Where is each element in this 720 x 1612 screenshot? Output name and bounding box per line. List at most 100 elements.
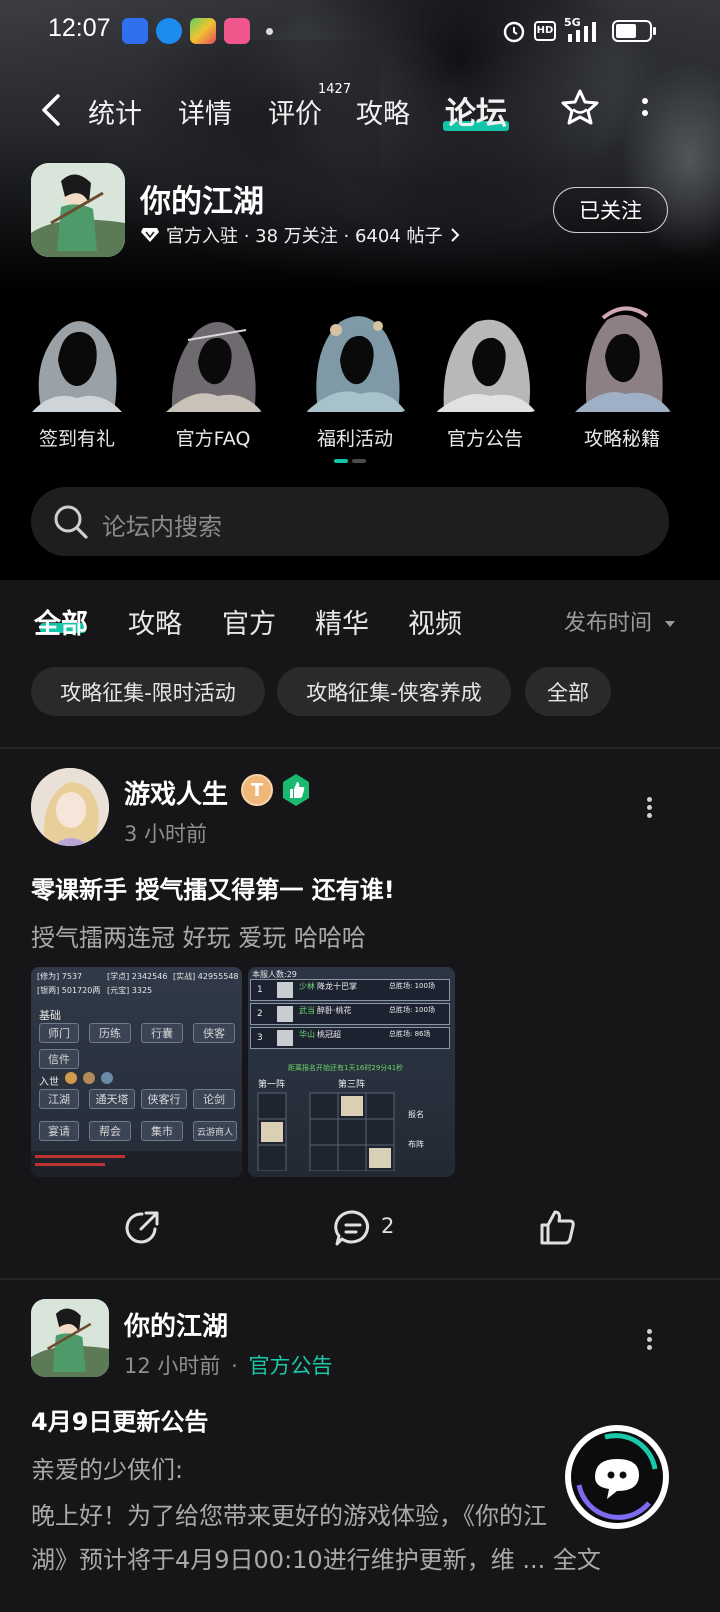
game-meta[interactable]: 官方入驻 · 38 万关注 · 6404 帖子 [140,222,461,248]
rank-number: 3 [257,1033,263,1043]
log-area [31,1151,242,1177]
row-label: 入世 [39,1077,59,1088]
game-title: 你的江湖 [140,184,264,220]
comment-count: 2 [381,1214,395,1238]
game-logo[interactable] [31,163,125,257]
shortcut-announcements[interactable]: 官方公告 [420,300,550,451]
post-body-line: 湖》预计将于4月9日00:10进行维护更新，维 ... 全文 [31,1546,601,1574]
shortcut-checkin[interactable]: 签到有礼 [12,300,142,451]
formation-grid [257,1092,395,1171]
browser-app-icon [156,18,182,44]
game-button: 论剑 [193,1089,235,1109]
follow-button[interactable]: 已关注 [553,187,668,233]
coin-icon [83,1072,95,1084]
feed-tab-official[interactable]: 官方 [222,602,276,641]
caret-down-icon [665,621,676,627]
signup-label: 报名 [408,1110,424,1119]
battery-icon [612,20,656,42]
game-button: 侠客行 [141,1089,187,1109]
post-image-2[interactable]: 本服人数:29 1 少林 降龙十巴掌 总胜场: 100场 2 武当 醉卧·桃花 … [248,967,455,1177]
welfare-portrait-icon [300,300,410,412]
post-image-1[interactable]: [修为] 7537 [学点] 2342546 [实战] 42955548 [银两… [31,967,242,1177]
post-author[interactable]: 你的江湖 [124,1306,228,1343]
status-time: 12:07 [48,14,111,42]
post-time: 12 小时前 [124,1354,221,1378]
stat-text: [学点] 2342546 [107,972,168,981]
post-title[interactable]: 零课新手 授气擂又得第一 还有谁! [31,870,395,905]
tab-details[interactable]: 详情 [178,92,232,131]
shortcut-guides[interactable]: 攻略秘籍 [557,300,687,451]
more-menu-icon[interactable] [640,95,650,121]
hd-badge: HD [534,21,556,41]
user-level-badge: T [241,774,273,806]
feed-tab-guides[interactable]: 攻略 [128,602,182,641]
post-body-line: 晚上好！为了给您带来更好的游戏体验，《你的江 [31,1502,547,1530]
ai-assistant-button[interactable] [565,1425,669,1529]
game-button: 侠客 [193,1023,235,1043]
tab-reviews[interactable]: 评价 [268,92,322,131]
chevron-right-icon [450,228,459,242]
search-input[interactable]: 论坛内搜索 [102,507,222,542]
post-more-icon[interactable] [644,794,654,820]
post-title[interactable]: 4月9日更新公告 [31,1402,208,1437]
rank-name: 醉卧·桃花 [317,1006,352,1015]
review-count-badge: 1427 [318,82,352,97]
comment-icon[interactable] [333,1208,373,1248]
search-icon [54,505,88,539]
shortcut-faq[interactable]: 官方FAQ [148,300,278,451]
shortcut-welfare[interactable]: 福利活动 [290,300,420,451]
coin-icon [101,1072,113,1084]
tab-stats[interactable]: 统计 [88,92,142,131]
shortcut-label: 福利活动 [316,428,393,450]
feed-tab-featured[interactable]: 精华 [315,602,369,641]
feed-tab-videos[interactable]: 视频 [408,602,462,641]
game-button: 信件 [39,1049,79,1069]
shortcut-label: 攻略秘籍 [583,428,660,450]
post-body[interactable]: 授气擂两连冠 好玩 爱玩 哈哈哈 [31,918,366,953]
rank-sect: 武当 [299,1006,315,1015]
sort-label: 发布时间 [564,611,653,636]
chip-limited-event[interactable]: 攻略征集-限时活动 [31,667,265,716]
chip-all[interactable]: 全部 [525,667,611,716]
avatar[interactable] [31,1299,109,1377]
tab-forum[interactable]: 论坛 [445,88,507,133]
stat-text: [银两] 501720两 [37,986,101,995]
divider [0,747,720,749]
game-button: 师门 [39,1023,79,1043]
shortcut-label: 官方公告 [446,428,523,450]
rank-number: 1 [257,985,263,995]
post-category-link[interactable]: 官方公告 [248,1354,332,1378]
game-button: 云游商人 [193,1121,237,1141]
arrange-label: 布阵 [408,1140,424,1149]
avatar[interactable] [31,768,109,846]
thumbs-up-badge-icon [283,774,309,806]
stat-text: [实战] 42955548 [173,972,239,981]
rank-number: 2 [257,1009,263,1019]
game-button: 宴请 [39,1121,79,1141]
game-button: 行囊 [141,1023,183,1043]
post-more-icon[interactable] [644,1326,654,1352]
rank-avatar [277,982,293,998]
rank-name: 降龙十巴掌 [317,982,357,991]
rank-sect: 华山 [299,1030,315,1039]
share-icon[interactable] [122,1208,162,1248]
feed-tab-all[interactable]: 全部 [34,602,88,641]
game-button: 集市 [141,1121,183,1141]
bilibili-app-icon [224,18,250,44]
shortcut-label: 官方FAQ [175,428,251,450]
post-author[interactable]: 游戏人生 [124,774,228,811]
rank-avatar [277,1006,293,1022]
rank-wins: 总胜场: 100场 [389,1006,435,1014]
rank-wins: 总胜场: 86场 [389,1030,431,1038]
section-label: 基础 [39,1009,61,1022]
tab-guides[interactable]: 攻略 [356,92,410,131]
game-button: 江湖 [39,1089,79,1109]
countdown-text: 距离报名开始还有1天16时29分41秒 [288,1064,404,1072]
rank-row: 3 华山 桃冠超 总胜场: 86场 [250,1027,450,1049]
stat-text: [修为] 7537 [37,972,83,981]
sort-dropdown[interactable]: 发布时间 [564,605,677,637]
back-arrow-icon[interactable] [36,92,66,128]
chip-hero-training[interactable]: 攻略征集-侠客养成 [277,667,511,716]
favorite-star-icon[interactable] [558,86,602,130]
like-icon[interactable] [537,1208,577,1248]
